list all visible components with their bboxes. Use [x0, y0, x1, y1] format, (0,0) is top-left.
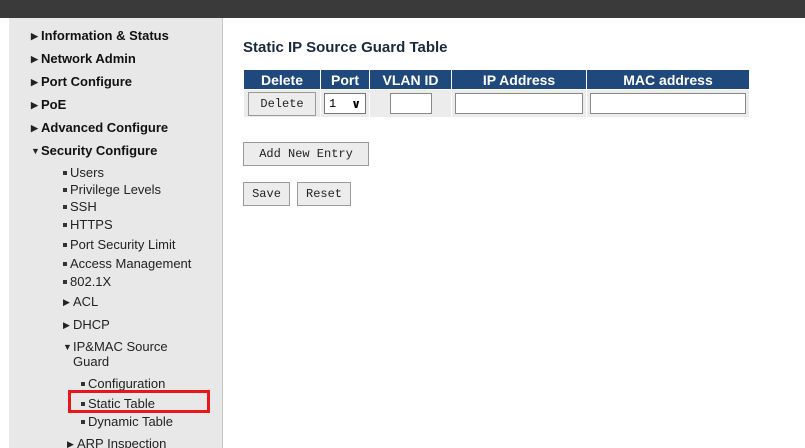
- main-content: Static IP Source Guard Table Delete Port…: [222, 18, 805, 448]
- selection-highlight: [68, 390, 210, 413]
- sidebar-item-network-admin[interactable]: ▶ Network Admin: [31, 51, 136, 66]
- reset-button[interactable]: Reset: [297, 182, 351, 206]
- table-row: Delete 1 ∨: [243, 89, 750, 118]
- bullet-icon: [63, 223, 67, 227]
- sidebar-item-label: Port Configure: [41, 74, 132, 89]
- sidebar-item-security-configure[interactable]: ▼Security Configure: [31, 143, 157, 158]
- sidebar-item-label: Network Admin: [41, 51, 136, 66]
- sidebar-item-ipmac-source-guard[interactable]: ▼IP&MAC Source: [63, 339, 168, 355]
- expand-arrow-icon: ▶: [31, 123, 38, 133]
- expand-arrow-icon: ▶: [63, 320, 70, 330]
- port-cell: 1 ∨: [320, 89, 370, 118]
- delete-button[interactable]: Delete: [248, 91, 316, 116]
- ip-address-input[interactable]: [455, 93, 583, 114]
- sidebar-item-users[interactable]: Users: [63, 165, 104, 180]
- expand-arrow-icon: ▶: [31, 100, 38, 110]
- collapse-arrow-icon: ▼: [31, 146, 40, 156]
- add-new-entry-button[interactable]: Add New Entry: [243, 142, 369, 166]
- save-button[interactable]: Save: [243, 182, 290, 206]
- bullet-icon: [63, 243, 67, 247]
- sidebar-item-dynamic-table[interactable]: Dynamic Table: [81, 414, 173, 429]
- sidebar-item-acl[interactable]: ▶ ACL: [63, 294, 98, 310]
- sidebar-item-access-management[interactable]: Access Management: [63, 256, 191, 271]
- sidebar-item-ipmac-source-guard-line2: Guard: [73, 354, 110, 369]
- sidebar-item-information-status[interactable]: ▶ Information & Status: [31, 28, 169, 43]
- sidebar-item-dhcp[interactable]: ▶ DHCP: [63, 317, 110, 333]
- vlan-id-cell: [369, 89, 452, 118]
- mac-address-cell: [586, 89, 750, 118]
- sidebar-item-configuration[interactable]: Configuration: [81, 376, 165, 391]
- column-header-mac-address: MAC address: [586, 69, 750, 90]
- page-title: Static IP Source Guard Table: [243, 39, 448, 56]
- bullet-icon: [81, 382, 85, 386]
- sidebar-item-poe[interactable]: ▶ PoE: [31, 97, 66, 112]
- bullet-icon: [63, 280, 67, 284]
- static-ip-source-guard-table: Delete Port VLAN ID IP Address MAC addre…: [243, 69, 750, 118]
- sidebar-item-label: Security Configure: [41, 143, 158, 158]
- sidebar-item-802-1x[interactable]: 802.1X: [63, 274, 111, 289]
- bullet-icon: [63, 262, 67, 266]
- mac-address-input[interactable]: [590, 93, 746, 114]
- bullet-icon: [63, 205, 67, 209]
- sidebar-item-privilege-levels[interactable]: Privilege Levels: [63, 182, 161, 197]
- sidebar-item-ssh[interactable]: SSH: [63, 199, 97, 214]
- sidebar-item-label: Information & Status: [41, 28, 169, 43]
- chevron-down-icon: ∨: [351, 96, 361, 111]
- sidebar-item-label: PoE: [41, 97, 67, 112]
- column-header-ip-address: IP Address: [451, 69, 587, 90]
- column-header-delete: Delete: [243, 69, 321, 90]
- delete-cell: Delete: [243, 89, 321, 118]
- port-select[interactable]: 1 ∨: [324, 93, 366, 114]
- expand-arrow-icon: ▶: [31, 77, 38, 87]
- expand-arrow-icon: ▶: [63, 297, 70, 307]
- sidebar-item-port-configure[interactable]: ▶ Port Configure: [31, 74, 132, 89]
- top-bar: [0, 0, 805, 18]
- column-header-port: Port: [320, 69, 370, 90]
- expand-arrow-icon: ▶: [31, 54, 38, 64]
- column-header-vlan-id: VLAN ID: [369, 69, 452, 90]
- expand-arrow-icon: ▶: [31, 31, 38, 41]
- sidebar-item-label: Advanced Configure: [41, 120, 169, 135]
- ip-address-cell: [451, 89, 587, 118]
- sidebar-item-advanced-configure[interactable]: ▶ Advanced Configure: [31, 120, 168, 135]
- sidebar: ▶ Information & Status ▶ Network Admin ▶ Po…: [9, 18, 223, 448]
- sidebar-item-arp-inspection[interactable]: ▶ ARP Inspection: [67, 436, 166, 448]
- collapse-arrow-icon: ▼: [63, 342, 72, 352]
- vlan-id-input[interactable]: [389, 93, 432, 114]
- sidebar-item-https[interactable]: HTTPS: [63, 217, 113, 232]
- sidebar-item-port-security-limit[interactable]: Port Security Limit: [63, 237, 175, 252]
- bullet-icon: [63, 188, 67, 192]
- bullet-icon: [81, 420, 85, 424]
- expand-arrow-icon: ▶: [67, 439, 74, 448]
- bullet-icon: [63, 171, 67, 175]
- table-header-row: Delete Port VLAN ID IP Address MAC addre…: [243, 69, 750, 90]
